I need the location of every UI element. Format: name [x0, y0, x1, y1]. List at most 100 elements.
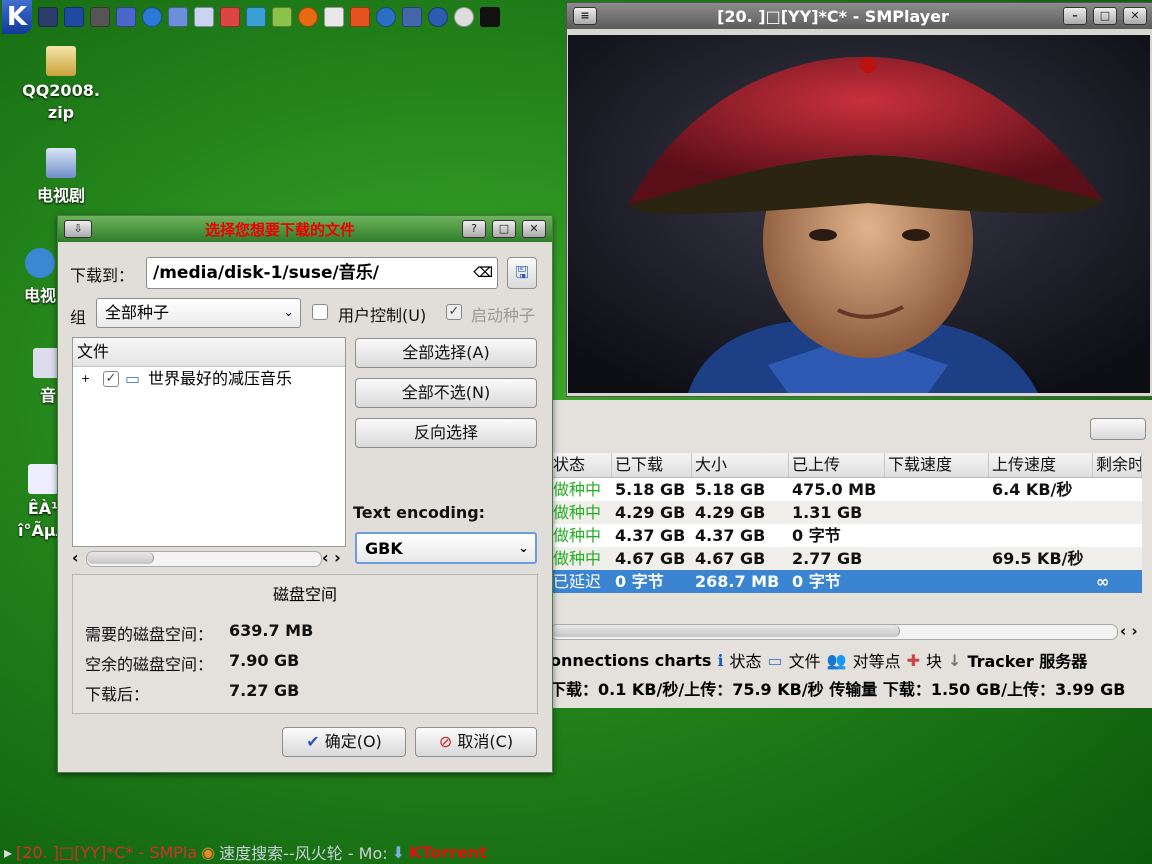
package-icon[interactable]	[116, 7, 136, 27]
desktop-icon-qq2008[interactable]: QQ2008. zip	[18, 46, 104, 124]
chevron-down-icon: ⌄	[283, 305, 294, 320]
free-space-value: 7.90 GB	[229, 651, 300, 670]
document-icon[interactable]	[194, 7, 214, 27]
firefox-icon[interactable]	[298, 7, 318, 27]
clear-filter-button[interactable]	[1090, 418, 1146, 440]
network-icon[interactable]	[324, 7, 344, 27]
uploaded-cell: 0 字节	[792, 572, 841, 591]
scrollbar-thumb[interactable]	[87, 552, 154, 564]
scroll-left-arrow[interactable]: ‹	[72, 548, 79, 567]
scroll-arrows[interactable]: ‹ ›	[322, 548, 341, 567]
chess-icon[interactable]	[220, 7, 240, 27]
document-icon	[28, 464, 58, 494]
status-cell: 做种中	[553, 526, 602, 545]
desktop-icon-tv-series[interactable]: 电视剧	[18, 148, 104, 206]
select-none-button[interactable]: 全部不选(N)	[355, 378, 537, 408]
table-row[interactable]: 做种中 4.29 GB 4.29 GB 1.31 GB	[550, 501, 1142, 524]
terminal-icon[interactable]	[64, 7, 84, 27]
column-header[interactable]: 状态	[550, 453, 612, 477]
ok-button[interactable]: ✔ 确定(O)	[282, 727, 406, 757]
file-tree-header[interactable]: 文件	[73, 338, 345, 367]
column-header[interactable]: 下载速度	[885, 453, 989, 477]
cancel-icon: ⊘	[438, 732, 453, 751]
scroll-arrows[interactable]: ‹ ›	[1120, 622, 1138, 640]
invert-selection-button[interactable]: 反向选择	[355, 418, 537, 448]
download-path-input[interactable]: /media/disk-1/suse/音乐/ ⌫	[146, 257, 498, 289]
shutdown-icon[interactable]	[454, 7, 474, 27]
taskbar-item-firefox[interactable]: 速度搜索--风火轮 - Mo:	[219, 840, 387, 864]
weather-icon[interactable]	[376, 7, 396, 27]
window-menu-icon[interactable]: ⇩	[64, 220, 92, 238]
table-row[interactable]: 做种中 5.18 GB 5.18 GB 475.0 MB 6.4 KB/秒	[550, 478, 1142, 501]
column-header[interactable]: 已下载	[612, 453, 692, 477]
file-tree[interactable]: 文件 + ✓ ▭ 世界最好的减压音乐	[72, 337, 346, 547]
tab-files[interactable]: 文件	[789, 648, 821, 672]
ktorrent-icon: ⬇	[391, 842, 406, 862]
encoding-select[interactable]: GBK ⌄	[355, 532, 537, 564]
size-cell: 4.67 GB	[695, 549, 766, 568]
file-tree-item[interactable]: + ✓ ▭ 世界最好的减压音乐	[73, 367, 345, 391]
firefox-icon: ◉	[201, 842, 216, 862]
zip-archive-icon	[46, 46, 76, 76]
torrent-table-header: 状态 已下载 大小 已上传 下载速度 上传速度 剩余时	[550, 453, 1142, 478]
kopete-icon[interactable]	[246, 7, 266, 27]
tab-tracker[interactable]: Tracker 服务器	[967, 648, 1087, 672]
browse-folder-button[interactable]: 🖫	[507, 257, 537, 289]
cancel-button[interactable]: ⊘ 取消(C)	[415, 727, 537, 757]
column-header[interactable]: 剩余时	[1093, 453, 1142, 477]
horizontal-scrollbar[interactable]	[550, 624, 1118, 640]
tab-connection-charts[interactable]: onnections charts	[550, 651, 711, 670]
kmenu-icon[interactable]: K	[2, 0, 32, 34]
network2-icon[interactable]	[428, 7, 448, 27]
close-icon[interactable]: ✕	[1123, 7, 1147, 25]
minimize-icon[interactable]: –	[1063, 7, 1087, 25]
screen-icon[interactable]	[402, 7, 422, 27]
download-path-value: /media/disk-1/suse/音乐/	[153, 263, 379, 283]
folder-icon[interactable]	[168, 7, 188, 27]
select-all-button[interactable]: 全部选择(A)	[355, 338, 537, 368]
maximize-icon[interactable]: □	[492, 220, 516, 238]
uploaded-cell: 2.77 GB	[792, 549, 863, 568]
table-row-selected[interactable]: 已延迟 0 字节 268.7 MB 0 字节 ∞	[550, 570, 1142, 593]
maximize-icon[interactable]: □	[1093, 7, 1117, 25]
column-header[interactable]: 大小	[692, 453, 789, 477]
smplayer-titlebar[interactable]: ≡ [20. ]□[YY]*C* - SMPlayer – □ ✕	[567, 3, 1152, 29]
tab-status[interactable]: 状态	[730, 648, 762, 672]
tab-chunks[interactable]: 块	[926, 648, 942, 672]
required-space-label: 需要的磁盘空间：	[85, 625, 214, 644]
taskbar: ▸ [20. ]□[YY]*C* - SMPla ◉ 速度搜索--风火轮 - M…	[0, 840, 1152, 864]
help-icon[interactable]: ?	[462, 220, 486, 238]
globe-icon[interactable]	[142, 7, 162, 27]
file-name: 世界最好的减压音乐	[148, 369, 293, 388]
user-control-checkbox[interactable]	[312, 304, 328, 320]
column-header[interactable]: 已上传	[789, 453, 885, 477]
monitor-icon[interactable]	[90, 7, 110, 27]
up-speed-cell: 6.4 KB/秒	[992, 480, 1073, 499]
tab-peers[interactable]: 对等点	[853, 648, 901, 672]
fire-icon[interactable]	[350, 7, 370, 27]
scrollbar-thumb[interactable]	[551, 625, 900, 637]
mail-icon[interactable]	[272, 7, 292, 27]
table-row[interactable]: 做种中 4.67 GB 4.67 GB 2.77 GB 69.5 KB/秒	[550, 547, 1142, 570]
dialog-titlebar[interactable]: ⇩ 选择您想要下载的文件 ? □ ✕	[58, 216, 552, 242]
encoding-select-value: GBK	[365, 539, 403, 558]
file-tree-scrollbar[interactable]	[86, 551, 322, 567]
window-menu-icon[interactable]: ≡	[573, 7, 597, 25]
top-panel: K	[0, 0, 572, 34]
desktop-icon[interactable]	[38, 7, 58, 27]
size-cell: 4.37 GB	[695, 526, 766, 545]
disk-space-title: 磁盘空间	[272, 585, 337, 604]
group-select[interactable]: 全部种子 ⌄	[96, 298, 301, 328]
table-row[interactable]: 做种中 4.37 GB 4.37 GB 0 字节	[550, 524, 1142, 547]
column-header[interactable]: 上传速度	[989, 453, 1093, 477]
file-checkbox[interactable]: ✓	[103, 371, 119, 387]
close-icon[interactable]: ✕	[522, 220, 546, 238]
taskbar-item-smplayer[interactable]: [20. ]□[YY]*C* - SMPla	[16, 843, 197, 862]
clear-input-icon[interactable]: ⌫	[473, 258, 493, 288]
video-frame[interactable]	[568, 35, 1150, 393]
size-cell: 4.29 GB	[695, 503, 766, 522]
taskbar-item-ktorrent[interactable]: KTorrent	[409, 843, 487, 862]
eye-icon[interactable]	[480, 7, 500, 27]
smplayer-icon: ▸	[4, 842, 13, 862]
expand-icon[interactable]: +	[81, 367, 90, 391]
